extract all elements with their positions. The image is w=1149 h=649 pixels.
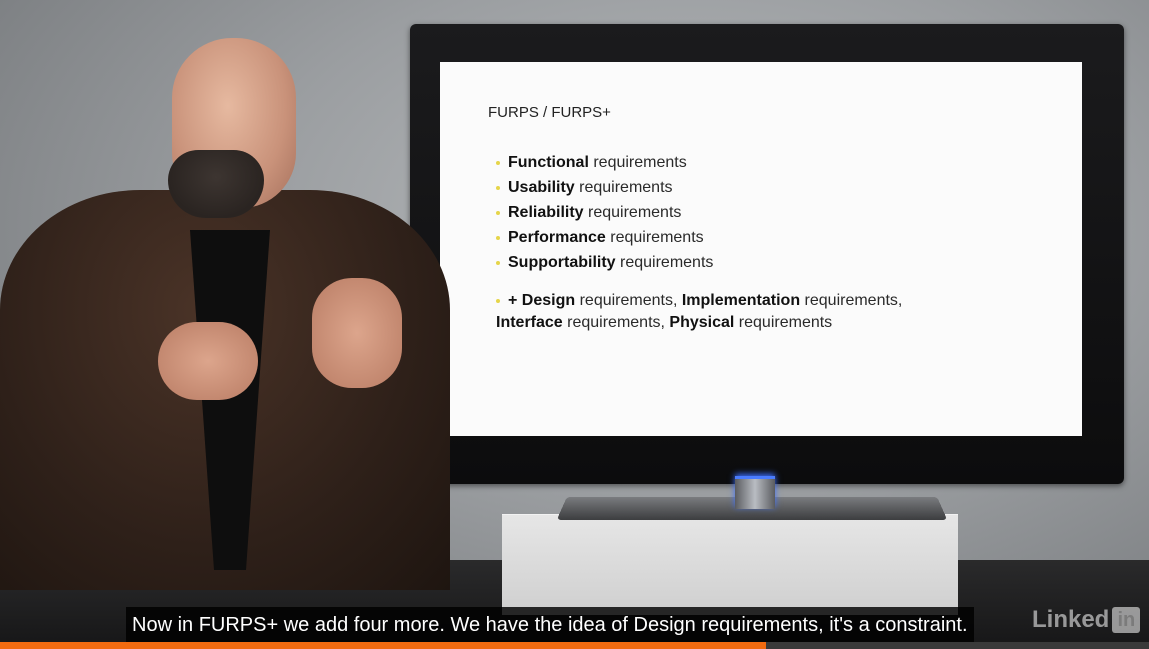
slide-bullet-functional: Functional requirements (496, 150, 713, 175)
slide-bullet-usability: Usability requirements (496, 175, 713, 200)
linkedin-logo: Linked in (1032, 604, 1141, 636)
bullet-icon (496, 298, 500, 303)
video-progress-bar[interactable] (0, 642, 1149, 649)
slide-bullet-list: Functional requirements Usability requir… (496, 150, 713, 275)
tv-stand-neck (735, 476, 775, 509)
linkedin-in-badge: in (1112, 607, 1141, 633)
bullet-icon (496, 235, 500, 240)
presenter (0, 0, 460, 649)
slide-title: FURPS / FURPS+ (488, 104, 611, 121)
video-progress-fill (0, 642, 767, 649)
slide-bullet-supportability: Supportability requirements (496, 250, 713, 275)
pedestal (502, 514, 958, 615)
presenter-right-hand (312, 278, 402, 388)
presenter-beard (168, 150, 264, 218)
slide-bullet-performance: Performance requirements (496, 225, 713, 250)
bullet-icon (496, 160, 500, 165)
slide-bullet-reliability: Reliability requirements (496, 200, 713, 225)
video-frame[interactable]: FURPS / FURPS+ Functional requirements U… (0, 0, 1149, 649)
bullet-icon (496, 185, 500, 190)
linkedin-wordmark: Linked (1032, 606, 1110, 633)
slide: FURPS / FURPS+ Functional requirements U… (440, 62, 1082, 436)
bullet-icon (496, 260, 500, 265)
tv-monitor: FURPS / FURPS+ Functional requirements U… (410, 24, 1124, 484)
subtitle-caption: Now in FURPS+ we add four more. We have … (126, 607, 974, 643)
presenter-left-hand (158, 322, 258, 400)
slide-plus-requirements: + Design requirements, Implementation re… (496, 292, 903, 331)
bullet-icon (496, 210, 500, 215)
